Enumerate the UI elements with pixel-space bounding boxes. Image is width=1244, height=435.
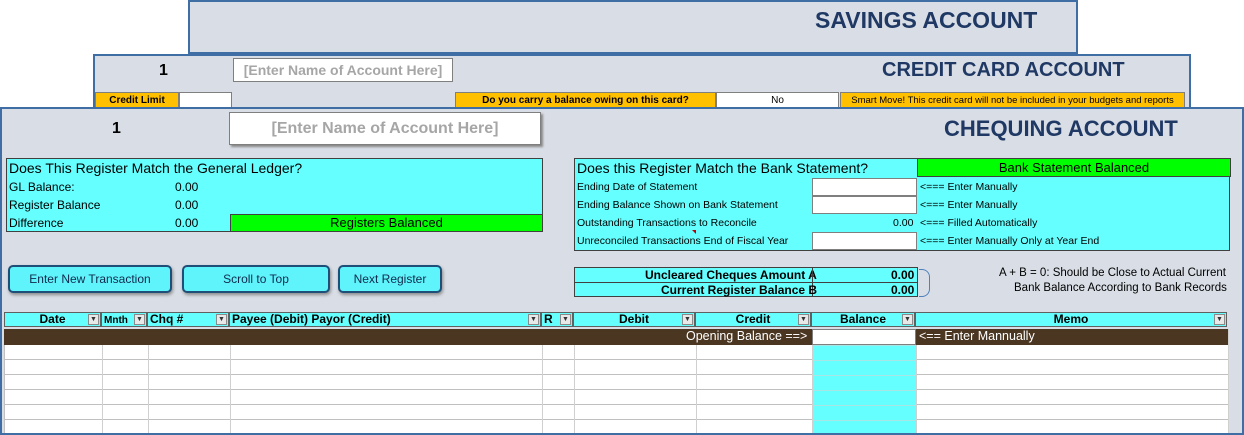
credit-account-name-input[interactable]: [Enter Name of Account Here] [233,58,453,82]
col-header-mnth[interactable]: Mnth ▼ [101,312,147,327]
col-header-r[interactable]: R ▼ [541,312,573,327]
filter-dropdown-icon[interactable]: ▼ [528,314,539,325]
col-header-chq[interactable]: Chq # ▼ [147,312,229,327]
credit-account-number: 1 [159,62,168,79]
comment-indicator [692,230,696,234]
col-header-date[interactable]: Date ▼ [4,312,101,327]
col-header-payee-label: Payee (Debit) Payor (Credit) [232,312,391,326]
bank-row-note-outstanding: <=== Filled Automatically [920,217,1038,229]
col-header-credit-label: Credit [735,312,771,326]
opening-balance-input[interactable] [812,329,916,345]
savings-account-title: SAVINGS ACCOUNT [815,7,1038,33]
uncleared-cheques-label: Uncleared Cheques Amount A [645,268,817,282]
summary-brace [919,269,930,297]
bank-row-note-ending-date: <=== Enter Manually [920,181,1018,193]
bank-row-label-unreconciled: Unreconciled Transactions End of Fiscal … [577,235,789,247]
col-header-date-label: Date [39,312,66,326]
bank-row-note-unreconciled: <=== Enter Manually Only at Year End [920,235,1100,247]
col-header-mnth-label: Mnth [104,315,128,326]
col-header-debit[interactable]: Debit ▼ [573,312,695,327]
chequing-account-number: 1 [112,120,121,137]
col-header-credit[interactable]: Credit ▼ [695,312,811,327]
filter-dropdown-icon[interactable]: ▼ [216,314,227,325]
scroll-to-top-button[interactable]: Scroll to Top [182,265,330,293]
register-balance-value: 0.00 [175,198,199,212]
bank-row-label-ending-date: Ending Date of Statement [577,181,698,193]
credit-card-account-sheet: 1 [Enter Name of Account Here] CREDIT CA… [93,54,1191,110]
bank-statement-balanced-status: Bank Statement Balanced [917,158,1231,177]
col-header-debit-label: Debit [619,312,649,326]
difference-value: 0.00 [175,216,199,230]
filter-dropdown-icon[interactable]: ▼ [682,314,693,325]
filter-dropdown-icon[interactable]: ▼ [134,314,145,325]
bank-row-label-ending-balance: Ending Balance Shown on Bank Statement [577,199,778,211]
col-header-balance[interactable]: Balance ▼ [811,312,915,327]
registers-balanced-status: Registers Balanced [230,214,543,232]
ending-balance-input[interactable] [812,196,917,214]
summary-note-line2: Bank Balance According to Bank Records [1014,282,1227,294]
chequing-account-title: CHEQUING ACCOUNT [944,116,1178,141]
uncleared-cheques-value: 0.00 [891,268,915,282]
col-header-chq-label: Chq # [150,312,184,326]
opening-balance-note: <== Enter Mannually [919,329,1035,343]
current-register-balance-label: Current Register Balance B [661,283,818,297]
chequing-account-name-input[interactable]: [Enter Name of Account Here] [229,112,541,145]
col-header-memo-label: Memo [1053,312,1089,326]
summary-note-line1: A + B = 0: Should be Close to Actual Cur… [999,267,1226,279]
col-header-memo[interactable]: Memo ▼ [915,312,1227,327]
filter-dropdown-icon[interactable]: ▼ [88,314,99,325]
unreconciled-transactions-input[interactable] [812,232,917,250]
col-header-balance-label: Balance [839,312,887,326]
opening-balance-label: Opening Balance ==> [686,329,808,343]
ledger-heading: Does This Register Match the General Led… [9,160,303,176]
filter-dropdown-icon[interactable]: ▼ [1214,314,1225,325]
col-header-r-label: R [544,312,553,326]
filter-dropdown-icon[interactable]: ▼ [560,314,571,325]
savings-account-sheet: SAVINGS ACCOUNT [188,0,1078,54]
opening-balance-row [4,329,1228,345]
current-register-balance-value: 0.00 [891,283,915,297]
difference-label: Difference [9,216,64,230]
bank-statement-panel: Does this Register Match the Bank Statem… [574,158,1231,251]
gl-balance-label: GL Balance: [9,180,75,194]
next-register-button[interactable]: Next Register [338,265,442,293]
filter-dropdown-icon[interactable]: ▼ [902,314,913,325]
gl-balance-value: 0.00 [175,180,199,194]
credit-card-account-title: CREDIT CARD ACCOUNT [882,59,1125,81]
bank-row-note-ending-balance: <=== Enter Manually [920,199,1018,211]
register-balance-label: Register Balance [9,198,101,212]
bank-heading: Does this Register Match the Bank Statem… [577,160,869,176]
ending-date-input[interactable] [812,178,917,196]
uncleared-summary-panel: Uncleared Cheques Amount A 0.00 Current … [574,267,918,297]
chequing-account-sheet: 1 [Enter Name of Account Here] CHEQUING … [0,107,1244,435]
enter-new-transaction-button[interactable]: Enter New Transaction [8,265,172,293]
general-ledger-panel: Does This Register Match the General Led… [6,158,543,232]
outstanding-transactions-value: 0.00 [893,217,914,229]
col-header-payee[interactable]: Payee (Debit) Payor (Credit) ▼ [229,312,541,327]
bank-row-label-outstanding: Outstanding Transactions to Reconcile [577,217,757,229]
filter-dropdown-icon[interactable]: ▼ [798,314,809,325]
